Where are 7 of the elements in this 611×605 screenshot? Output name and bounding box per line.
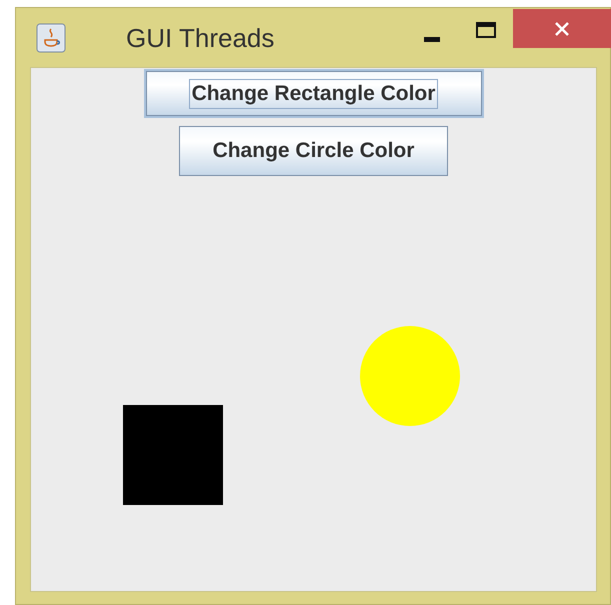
minimize-icon[interactable] — [424, 37, 440, 43]
window-title: GUI Threads — [126, 23, 274, 54]
change-color-button[interactable]: Change Circle Color — [178, 126, 448, 176]
coffee-cup-icon — [36, 23, 66, 53]
change-color-button[interactable]: Change Rectangle Color — [146, 71, 482, 116]
close-icon — [554, 20, 570, 36]
maximize-icon[interactable] — [476, 22, 496, 38]
